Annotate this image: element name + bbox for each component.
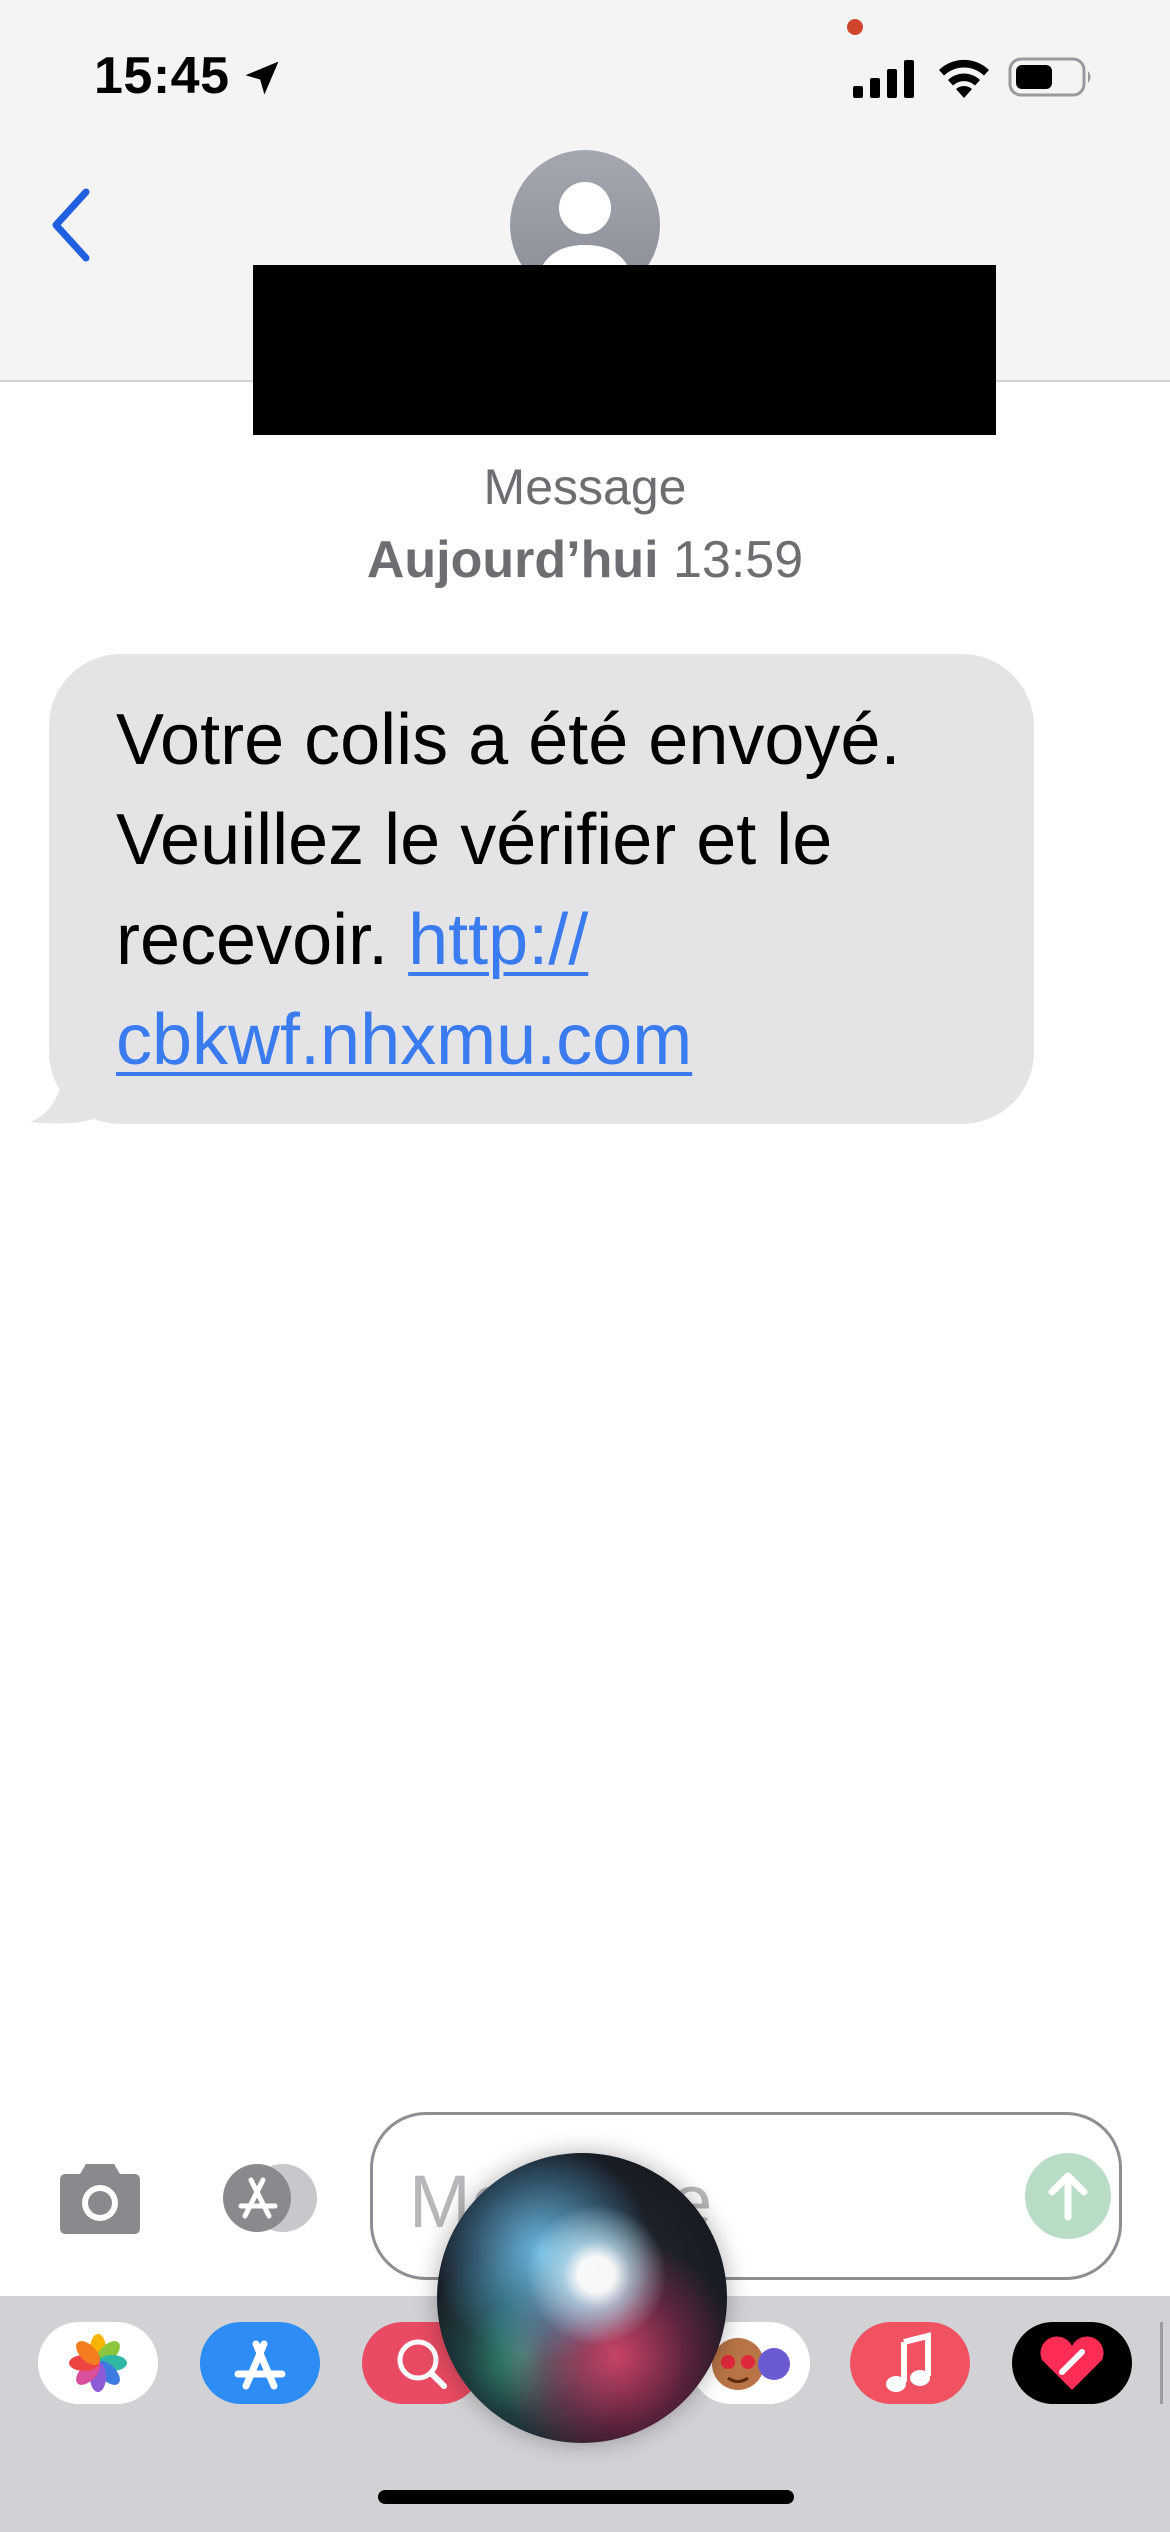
thread-date-day: Aujourd’hui xyxy=(366,531,659,589)
conversation-header: 15:45 xyxy=(0,0,1170,435)
message-text: Votre colis a été envoyé. Veuillez le vé… xyxy=(116,690,1016,1090)
message-link-part2: cbkwf.nhxmu.com xyxy=(116,1000,693,1080)
message-link-part1: http:// xyxy=(408,900,589,980)
thread-service-label: Message xyxy=(483,459,687,515)
photos-app-icon xyxy=(69,2334,127,2392)
recording-indicator xyxy=(847,19,863,35)
tray-scroll-indicator xyxy=(1160,2322,1163,2404)
send-button[interactable] xyxy=(1025,2153,1111,2239)
music-app-button[interactable] xyxy=(850,2322,970,2404)
home-indicator[interactable] xyxy=(378,2490,794,2504)
app-store-app-button[interactable] xyxy=(200,2322,320,2404)
battery-icon xyxy=(1008,57,1091,97)
back-button[interactable] xyxy=(36,180,106,270)
apps-button[interactable] xyxy=(205,2160,321,2236)
music-app-icon xyxy=(886,2332,931,2392)
app-store-app-icon xyxy=(234,2340,286,2390)
fitness-app-icon xyxy=(1040,2336,1104,2390)
siri-orb-icon[interactable] xyxy=(437,2153,727,2443)
app-store-icon xyxy=(223,2164,317,2232)
redacted-contact-name xyxy=(253,265,996,435)
status-time: 15:45 xyxy=(94,47,230,105)
wifi-icon xyxy=(939,59,989,98)
fitness-app-button[interactable] xyxy=(1012,2322,1132,2404)
arrow-up-icon xyxy=(1048,2172,1088,2221)
location-arrow-icon xyxy=(245,61,279,95)
photos-app-button[interactable] xyxy=(38,2322,158,2404)
thread-timestamp: Aujourd’hui 13:59 xyxy=(0,530,1170,590)
cellular-signal-icon xyxy=(853,60,914,98)
camera-button[interactable] xyxy=(52,2158,148,2238)
thread-date-time: 13:59 xyxy=(673,531,804,589)
